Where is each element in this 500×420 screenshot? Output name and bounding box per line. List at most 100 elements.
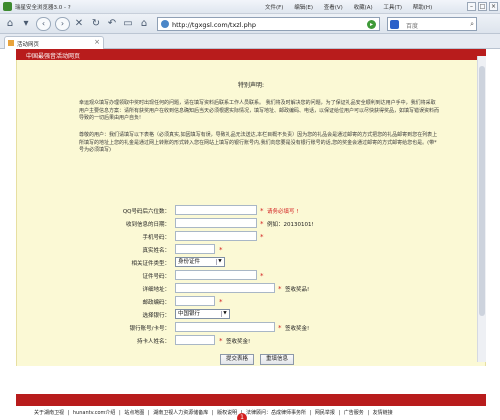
phone-label: 手机号码： [142, 235, 170, 241]
footer-link[interactable]: 关于湖南卫视 [34, 410, 64, 416]
close-window-button[interactable]: × [489, 2, 498, 11]
home-icon[interactable]: ⌂ [4, 17, 16, 31]
required-star: * [260, 207, 264, 215]
row-id-number: 证件号码： * [17, 270, 485, 281]
back-button[interactable]: ‹ [36, 17, 51, 31]
banner-title: 中国最强音活动网页 [26, 53, 81, 60]
minimize-button[interactable]: – [467, 2, 476, 11]
footer-link[interactable]: 湖南卫视人力资源储备库 [153, 410, 208, 416]
qq-note: 请务必填写 ! [267, 209, 299, 215]
scrollbar-thumb[interactable] [479, 66, 485, 316]
forward-button[interactable]: › [55, 17, 70, 31]
menu-bar: 文件(F) 编辑(E) 查看(V) 收藏(A) 工具(T) 帮助(H) [265, 3, 441, 11]
holder-input[interactable] [175, 335, 215, 345]
id-number-input[interactable] [175, 270, 257, 280]
menu-help[interactable]: 帮助(H) [413, 5, 432, 11]
menu-favorites[interactable]: 收藏(A) [354, 5, 373, 11]
date-label: 收到信息的日期： [125, 222, 170, 228]
footer-separator: | [211, 410, 214, 416]
required-star: * [260, 233, 264, 241]
row-bank: 选择银行： 中国银行 ▼ [17, 309, 485, 320]
form-panel: 特别声明: 幸运观众填写办理领取中奖时出现任何的问题，请在填写资料后联系工作人员… [16, 60, 486, 366]
footer-separator: | [147, 410, 150, 416]
holder-label: 持卡人姓名： [136, 339, 170, 345]
chevron-down-icon[interactable]: ▼ [221, 311, 228, 317]
row-qq: QQ号码后六位数： * 请务必填写 ! [17, 205, 485, 216]
required-star: * [219, 298, 223, 306]
required-star: * [219, 246, 223, 254]
page-scrollbar[interactable] [477, 56, 486, 362]
chevron-down-icon[interactable]: ▼ [216, 259, 223, 265]
home-page-icon[interactable]: ⌂ [138, 17, 150, 31]
refresh-icon[interactable]: ↻ [90, 17, 102, 31]
footer-link[interactable]: hunantv.com介绍 [73, 410, 116, 416]
reset-button[interactable]: 重填信息 [260, 354, 294, 365]
row-buttons: 提交表格 重填信息 [17, 354, 485, 365]
search-placeholder[interactable]: 百度 [406, 21, 418, 30]
address-input[interactable] [175, 283, 275, 293]
footer-link[interactable]: 法律顾问：岳成律师事务所 [246, 410, 306, 416]
row-address: 详细地址： * 签收奖品! [17, 283, 485, 294]
name-input[interactable] [175, 244, 215, 254]
tab-close-icon[interactable]: × [94, 38, 100, 46]
bank-value: 中国银行 [178, 311, 201, 317]
footer-separator: | [338, 410, 341, 416]
dropdown-chevron-icon[interactable]: ▾ [20, 17, 32, 31]
special-notice-heading: 特别声明: [237, 82, 265, 89]
row-id-type: 相关证件类型： 身份证件 ▼ [17, 257, 485, 268]
maximize-button[interactable]: □ [478, 2, 487, 11]
account-input[interactable] [175, 322, 275, 332]
new-tab-icon[interactable]: ▭ [122, 17, 134, 31]
tab-active-page[interactable]: 活动网页 × [4, 36, 104, 49]
menu-tools[interactable]: 工具(T) [383, 5, 402, 11]
footer-link[interactable]: 网民举报 [315, 410, 335, 416]
date-input[interactable] [175, 218, 257, 228]
address-url[interactable]: http://tgxgsl.com/txzl.php [172, 21, 256, 29]
qq-label: QQ号码后六位数： [122, 209, 170, 215]
phone-input[interactable] [175, 231, 257, 241]
browser-toolbar: ⌂ ▾ ‹ › ✕ ↻ ↶ ▭ ⌂ http://tgxgsl.com/txzl… [0, 14, 500, 34]
date-note: 例如：20130101! [267, 222, 314, 228]
footer-separator: | [119, 410, 121, 416]
go-arrow-icon[interactable]: ▸ [367, 20, 376, 29]
footer-link[interactable]: 站点地图 [124, 410, 144, 416]
zip-label: 邮政编码： [142, 300, 170, 306]
row-zip: 邮政编码： * [17, 296, 485, 307]
intro-paragraph-2: 尊敬的用户：我们请填写以下表格（必须真实,如因填写有误，导致礼品无法送达,本栏目… [79, 132, 438, 153]
qq-input[interactable] [175, 205, 257, 215]
submit-button[interactable]: 提交表格 [220, 354, 254, 365]
search-box[interactable]: 百度 ⌕ [387, 17, 477, 31]
bank-label: 选择银行： [142, 313, 170, 319]
menu-view[interactable]: 查看(V) [324, 5, 343, 11]
footer-separator: | [309, 410, 312, 416]
browser-logo-icon [3, 2, 12, 11]
menu-file[interactable]: 文件(F) [265, 5, 283, 11]
required-star: * [278, 324, 282, 332]
zip-input[interactable] [175, 296, 215, 306]
tab-page-icon [8, 40, 14, 46]
menu-edit[interactable]: 编辑(E) [294, 5, 313, 11]
id-type-value: 身份证件 [178, 259, 201, 265]
bank-select[interactable]: 中国银行 ▼ [175, 309, 230, 319]
footer-link[interactable]: 友情链接 [373, 410, 393, 416]
id-type-select[interactable]: 身份证件 ▼ [175, 257, 225, 267]
footer-link[interactable]: 广告服务 [344, 410, 364, 416]
row-phone: 手机号码： * [17, 231, 485, 242]
account-note: 签收奖金! [285, 326, 310, 332]
row-account: 银行账号/卡号： * 签收奖金! [17, 322, 485, 333]
search-icon[interactable]: ⌕ [470, 20, 474, 29]
page-favicon-icon [161, 20, 169, 28]
undo-close-icon[interactable]: ↶ [106, 17, 118, 31]
notification-badge[interactable]: 1 [237, 413, 247, 420]
tab-strip: 活动网页 × [0, 34, 500, 49]
address-note: 签收奖品! [285, 287, 310, 293]
id-type-label: 相关证件类型： [131, 261, 170, 267]
address-bar[interactable]: http://tgxgsl.com/txzl.php ▸ [157, 17, 380, 31]
footer-banner [16, 394, 486, 406]
address-label: 详细地址： [142, 287, 170, 293]
tab-label[interactable]: 活动网页 [17, 40, 39, 48]
holder-note: 签收奖金! [226, 339, 251, 345]
stop-icon[interactable]: ✕ [73, 17, 85, 31]
footer-link[interactable]: 版权说明 [217, 410, 237, 416]
page-viewport: 中国最强音活动网页 特别声明: 幸运观众填写办理领取中奖时出现任何的问题，请在填… [0, 49, 500, 420]
